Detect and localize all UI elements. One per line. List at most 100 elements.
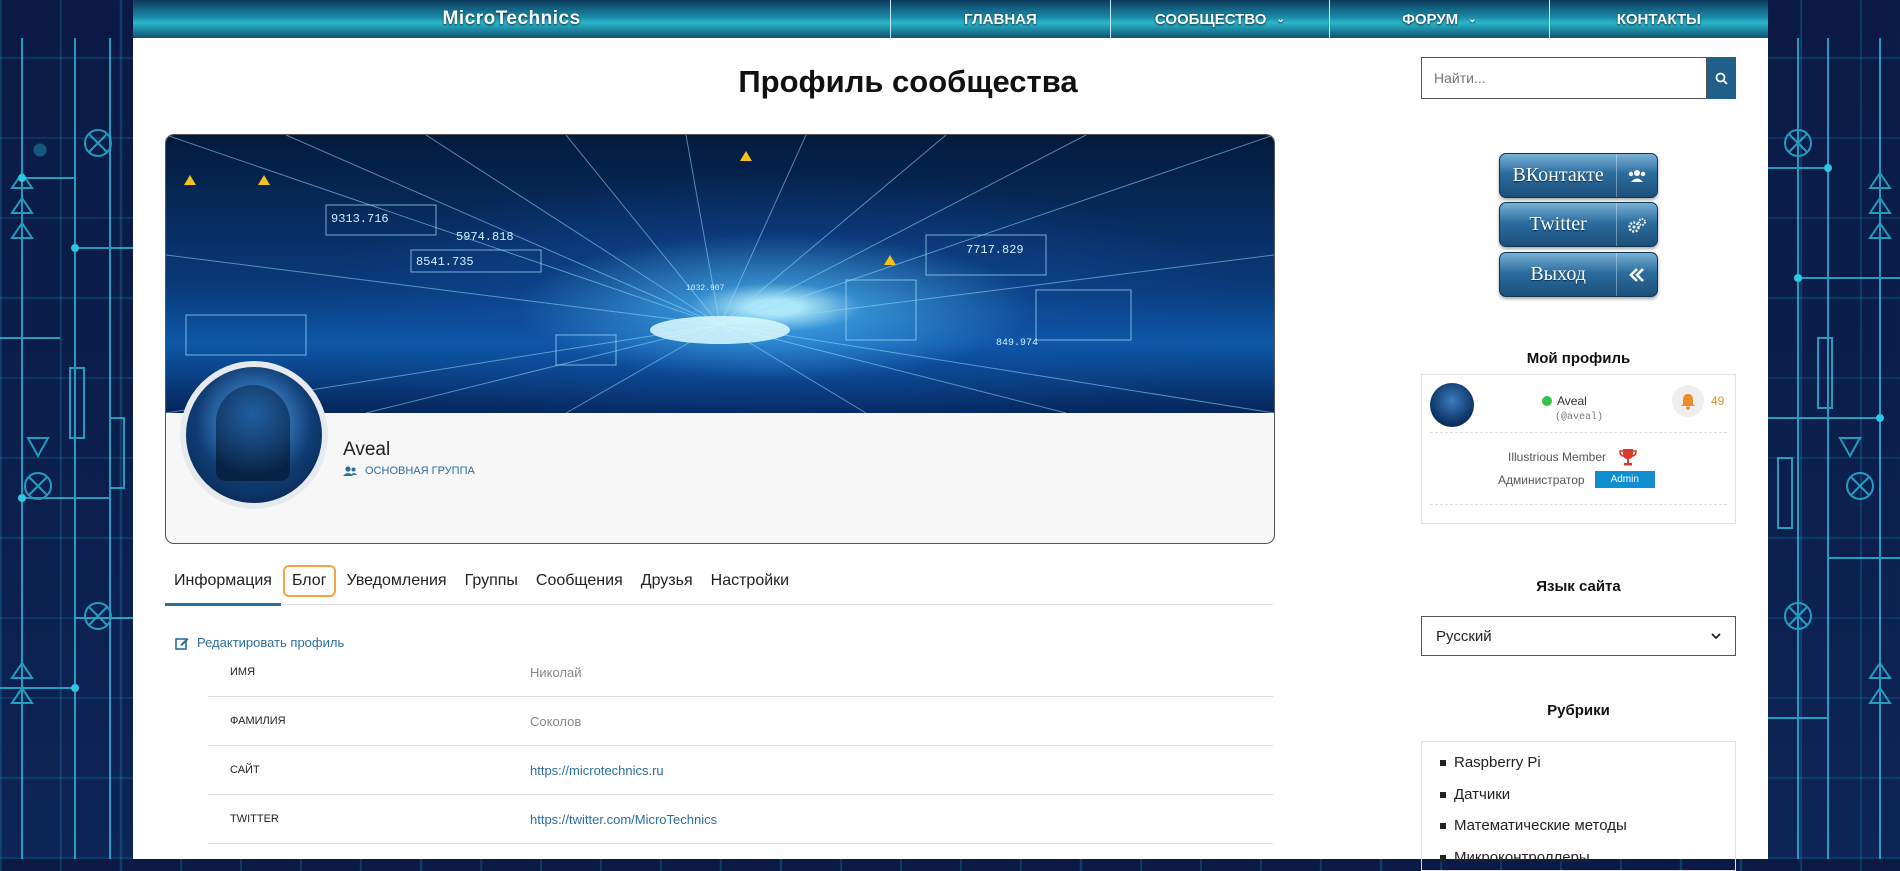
- chevron-down-icon: [1711, 632, 1721, 639]
- bullet-icon: [1440, 822, 1446, 829]
- table-row: ФАМИЛИЯ Соколов: [208, 697, 1273, 746]
- trophy-icon: [1619, 449, 1637, 466]
- twitter-button[interactable]: Twitter: [1499, 202, 1658, 247]
- users-icon: [343, 465, 357, 476]
- content-panel: Профиль сообщества 9313.716 5974.818 854…: [133, 38, 1768, 871]
- profile-group-link[interactable]: ОСНОВНАЯ ГРУППА: [343, 465, 475, 477]
- bullet-icon: [1440, 791, 1446, 798]
- my-profile-name-label: Aveal: [1557, 394, 1587, 408]
- list-item[interactable]: Датчики: [1440, 786, 1510, 803]
- logout-button[interactable]: Выход: [1499, 252, 1658, 297]
- bell-icon: [1681, 394, 1695, 410]
- nav-item-community[interactable]: СООБЩЕСТВО ⌄: [1109, 0, 1329, 38]
- tab-blog[interactable]: Блог: [281, 558, 338, 603]
- chevron-down-icon: ⌄: [1276, 13, 1285, 25]
- my-profile-title: Мой профиль: [1526, 350, 1631, 367]
- double-chevron-left-icon: [1616, 253, 1657, 296]
- nav-item-label: КОНТАКТЫ: [1616, 10, 1701, 28]
- cover-number: 849.974: [996, 338, 1038, 349]
- field-label: ИМЯ: [230, 666, 256, 678]
- my-profile-name[interactable]: Aveal: [1542, 394, 1587, 408]
- member-role: Администратор Admin: [1498, 471, 1655, 488]
- cover-number: 8541.735: [416, 255, 474, 269]
- tab-groups[interactable]: Группы: [456, 558, 527, 603]
- notifications-button[interactable]: [1672, 385, 1704, 417]
- tab-label: Уведомления: [346, 571, 447, 589]
- category-label: Датчики: [1454, 786, 1511, 803]
- tab-label: Информация: [174, 571, 272, 589]
- table-row: TWITTER https://twitter.com/MicroTechnic…: [208, 795, 1273, 844]
- profile-card: 9313.716 5974.818 8541.735 1032.907 7717…: [165, 134, 1275, 544]
- gears-icon: [1616, 203, 1657, 246]
- categories-list: Raspberry Pi Датчики Математические мето…: [1421, 741, 1736, 871]
- social-button-label: ВКонтакте: [1512, 164, 1604, 186]
- edit-icon: [175, 637, 189, 650]
- website-link[interactable]: https://microtechnics.ru: [530, 763, 664, 778]
- nav-item-label: СООБЩЕСТВО: [1154, 10, 1267, 28]
- cover-number: 9313.716: [331, 212, 389, 226]
- social-button-label: Twitter: [1529, 213, 1587, 235]
- profile-avatar[interactable]: [180, 361, 328, 509]
- field-label: TWITTER: [230, 813, 279, 825]
- search-form: [1421, 57, 1736, 99]
- vkontakte-button[interactable]: ВКонтакте: [1499, 153, 1658, 198]
- tab-info[interactable]: Информация: [165, 558, 281, 606]
- profile-username: Aveal: [343, 439, 391, 460]
- social-button-label: Выход: [1530, 263, 1586, 285]
- nav-item-label: ФОРУМ: [1402, 10, 1459, 28]
- language-title: Язык сайта: [1536, 578, 1621, 595]
- search-input[interactable]: [1421, 57, 1707, 99]
- tab-settings[interactable]: Настройки: [702, 558, 798, 603]
- notifications-count: 49: [1711, 394, 1725, 408]
- site-logo[interactable]: MicroTechnics: [133, 0, 890, 38]
- cover-number: 7717.829: [966, 243, 1024, 257]
- search-button[interactable]: [1707, 57, 1736, 99]
- page-title: Профиль сообщества: [738, 64, 1078, 99]
- top-navigation-bar: MicroTechnics ГЛАВНАЯ СООБЩЕСТВО ⌄ ФОРУМ…: [133, 0, 1768, 40]
- tab-notifications[interactable]: Уведомления: [338, 558, 456, 603]
- category-label: Микроконтроллеры: [1454, 849, 1590, 866]
- cover-number: 5974.818: [456, 230, 514, 244]
- table-row: САЙТ https://microtechnics.ru: [208, 746, 1273, 795]
- profile-cover-image: 9313.716 5974.818 8541.735 1032.907 7717…: [166, 135, 1274, 413]
- field-label: САЙТ: [230, 764, 260, 776]
- circuit-background-left: [0, 38, 133, 859]
- tab-label: Сообщения: [535, 571, 623, 589]
- member-rank-label: Illustrious Member: [1508, 450, 1607, 464]
- member-rank: Illustrious Member: [1508, 447, 1638, 467]
- chevron-down-icon: ⌄: [1468, 13, 1477, 25]
- list-item[interactable]: Raspberry Pi: [1440, 754, 1541, 771]
- tab-label: Настройки: [710, 571, 790, 589]
- nav-item-home[interactable]: ГЛАВНАЯ: [890, 0, 1109, 38]
- member-role-label: Администратор: [1498, 472, 1585, 487]
- admin-badge: Admin: [1594, 471, 1655, 488]
- tab-label: Друзья: [640, 571, 693, 589]
- tab-label: Блог: [282, 564, 336, 597]
- cover-number: 1032.907: [686, 284, 725, 293]
- tab-messages[interactable]: Сообщения: [527, 558, 632, 603]
- list-item[interactable]: Микроконтроллеры: [1440, 849, 1590, 866]
- my-profile-handle: (@aveal): [1555, 412, 1604, 423]
- profile-group-label: ОСНОВНАЯ ГРУППА: [365, 465, 475, 477]
- search-icon: [1715, 72, 1728, 85]
- divider: [1430, 504, 1727, 505]
- avatar[interactable]: [1430, 383, 1474, 427]
- field-value: Николай: [530, 664, 582, 680]
- language-selected: Русский: [1436, 627, 1492, 645]
- list-item[interactable]: Математические методы: [1440, 817, 1627, 834]
- users-icon: [1616, 154, 1657, 197]
- nav-item-contacts[interactable]: КОНТАКТЫ: [1548, 0, 1768, 38]
- twitter-link[interactable]: https://twitter.com/MicroTechnics: [530, 812, 717, 827]
- language-select[interactable]: Русский: [1421, 616, 1736, 656]
- category-label: Математические методы: [1454, 817, 1627, 834]
- circuit-background-right: [1768, 38, 1900, 859]
- divider: [1430, 432, 1727, 433]
- online-status-icon: [1542, 396, 1552, 406]
- bullet-icon: [1440, 854, 1446, 861]
- field-value: Соколов: [530, 713, 582, 729]
- nav-item-forum[interactable]: ФОРУМ ⌄: [1329, 0, 1548, 38]
- tab-friends[interactable]: Друзья: [632, 558, 702, 603]
- nav-item-label: ГЛАВНАЯ: [964, 10, 1037, 28]
- table-row: ИМЯ Николай: [208, 648, 1273, 697]
- my-profile-widget: Aveal (@aveal) 49 Illustrious Member Адм…: [1421, 374, 1736, 524]
